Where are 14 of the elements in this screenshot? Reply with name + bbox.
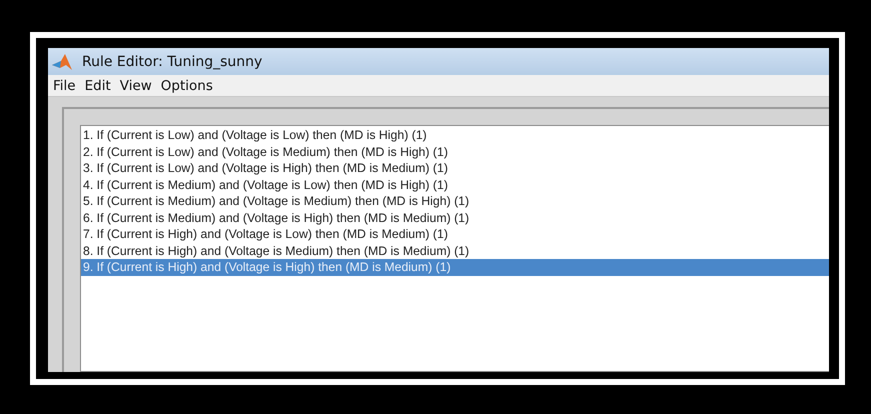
- rule-row[interactable]: 6. If (Current is Medium) and (Voltage is High) then (MD is Medium) (1): [81, 210, 829, 226]
- rule-row[interactable]: 5. If (Current is Medium) and (Voltage is Medium) then (MD is High) (1): [81, 193, 829, 210]
- rule-row[interactable]: 7. If (Current is High) and (Voltage is Low) then (MD is Medium) (1): [81, 226, 829, 242]
- peak-logo-icon: [52, 52, 72, 70]
- menu-item[interactable]: View: [120, 78, 152, 94]
- rule-row[interactable]: 4. If (Current is Medium) and (Voltage is Low) then (MD is High) (1): [81, 176, 829, 193]
- rule-row[interactable]: 2. If (Current is Low) and (Voltage is Medium) then (MD is High) (1): [81, 144, 829, 160]
- rule-row[interactable]: 3. If (Current is Low) and (Voltage is High) then (MD is Medium) (1): [81, 160, 829, 176]
- menu-item[interactable]: Options: [160, 78, 213, 94]
- menu-item[interactable]: Edit: [84, 78, 111, 94]
- rule-row[interactable]: 1. If (Current is Low) and (Voltage is Low) then (MD is High) (1): [81, 127, 829, 144]
- window-title: Rule Editor: Tuning_sunny: [82, 54, 262, 70]
- rule-row[interactable]: 8. If (Current is High) and (Voltage is Medium) then (MD is Medium) (1): [81, 242, 829, 259]
- menu-item[interactable]: File: [53, 78, 76, 94]
